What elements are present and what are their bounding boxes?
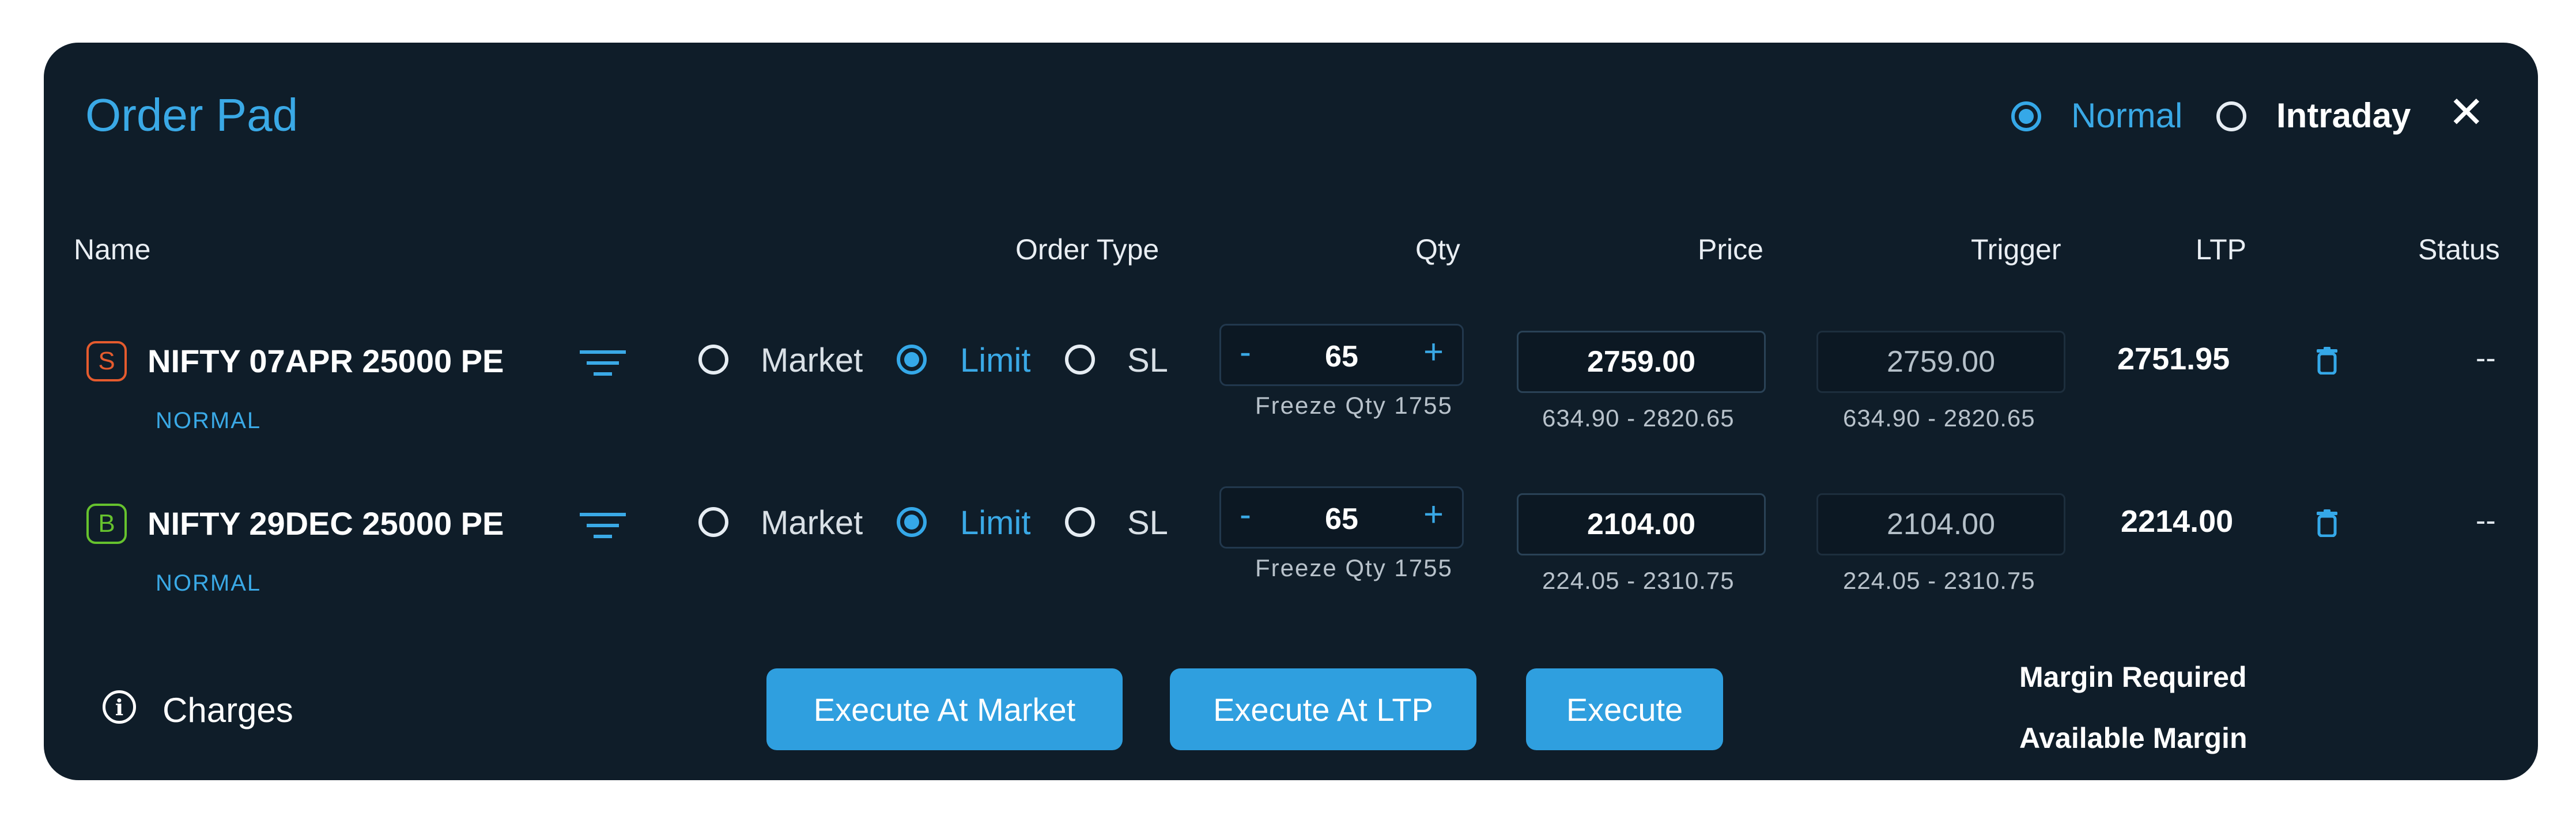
- order-type-sl-label[interactable]: SL: [1127, 341, 1168, 380]
- col-header-status: Status: [2418, 233, 2500, 266]
- col-header-ltp: LTP: [2196, 233, 2246, 266]
- trash-icon[interactable]: [2316, 509, 2339, 537]
- price-input[interactable]: 2104.00: [1517, 493, 1766, 555]
- ltp-value: 2751.95: [2117, 342, 2230, 376]
- filter-icon[interactable]: [580, 347, 626, 379]
- normal-radio[interactable]: [2011, 101, 2041, 131]
- charges-link[interactable]: Charges: [163, 690, 293, 730]
- execute-at-market-button[interactable]: Execute At Market: [766, 668, 1123, 750]
- freeze-qty: Freeze Qty 1755: [1255, 554, 1453, 581]
- order-type-market-radio[interactable]: [698, 345, 728, 375]
- order-type-limit-label[interactable]: Limit: [960, 504, 1030, 542]
- product-tag: NORMAL: [156, 570, 262, 596]
- intraday-radio[interactable]: [2216, 101, 2246, 131]
- trigger-input[interactable]: 2104.00: [1816, 493, 2065, 555]
- order-type-market-label[interactable]: Market: [761, 341, 863, 380]
- col-header-order-type: Order Type: [1015, 233, 1159, 266]
- order-type-sl-radio[interactable]: [1065, 345, 1095, 375]
- trigger-range: 634.90 - 2820.65: [1843, 404, 2035, 432]
- instrument-name: NIFTY 29DEC 25000 PE: [148, 505, 504, 542]
- execute-button[interactable]: Execute: [1526, 668, 1723, 750]
- order-type-market-label[interactable]: Market: [761, 504, 863, 542]
- product-tag: NORMAL: [156, 408, 262, 433]
- col-header-price: Price: [1698, 233, 1763, 266]
- quantity-stepper: - 65 +: [1219, 324, 1464, 386]
- order-type-limit-radio[interactable]: [897, 345, 927, 375]
- buy-badge: B: [86, 504, 127, 544]
- order-type-sl-radio[interactable]: [1065, 507, 1095, 537]
- status-value: --: [2476, 342, 2496, 375]
- trigger-range: 224.05 - 2310.75: [1843, 567, 2035, 594]
- page-title: Order Pad: [85, 89, 299, 141]
- info-icon[interactable]: i: [103, 690, 136, 724]
- intraday-label[interactable]: Intraday: [2276, 96, 2411, 135]
- filter-icon[interactable]: [580, 509, 626, 542]
- trash-icon[interactable]: [2316, 347, 2339, 375]
- col-header-qty: Qty: [1415, 233, 1460, 266]
- instrument-name: NIFTY 07APR 25000 PE: [148, 343, 504, 379]
- qty-increment-button[interactable]: +: [1423, 335, 1444, 369]
- trigger-input[interactable]: 2759.00: [1816, 331, 2065, 393]
- margin-required-label: Margin Required: [2019, 661, 2247, 693]
- price-range: 224.05 - 2310.75: [1542, 567, 1735, 594]
- col-header-name: Name: [74, 233, 151, 266]
- ltp-value: 2214.00: [2121, 504, 2234, 539]
- order-type-market-radio[interactable]: [698, 507, 728, 537]
- price-input[interactable]: 2759.00: [1517, 331, 1766, 393]
- execute-at-ltp-button[interactable]: Execute At LTP: [1170, 668, 1476, 750]
- order-pad-panel: Order Pad Normal Intraday ✕ Name Order T…: [44, 43, 2538, 780]
- normal-label[interactable]: Normal: [2071, 96, 2182, 135]
- qty-increment-button[interactable]: +: [1423, 497, 1444, 532]
- status-value: --: [2476, 504, 2496, 538]
- order-type-limit-radio[interactable]: [897, 507, 927, 537]
- col-header-trigger: Trigger: [1971, 233, 2061, 266]
- order-type-sl-label[interactable]: SL: [1127, 504, 1168, 542]
- close-icon[interactable]: ✕: [2448, 91, 2485, 135]
- sell-badge: S: [86, 341, 127, 381]
- available-margin-label: Available Margin: [2019, 722, 2248, 754]
- order-type-limit-label[interactable]: Limit: [960, 341, 1030, 380]
- freeze-qty: Freeze Qty 1755: [1255, 392, 1453, 419]
- quantity-stepper: - 65 +: [1219, 486, 1464, 549]
- price-range: 634.90 - 2820.65: [1542, 404, 1735, 432]
